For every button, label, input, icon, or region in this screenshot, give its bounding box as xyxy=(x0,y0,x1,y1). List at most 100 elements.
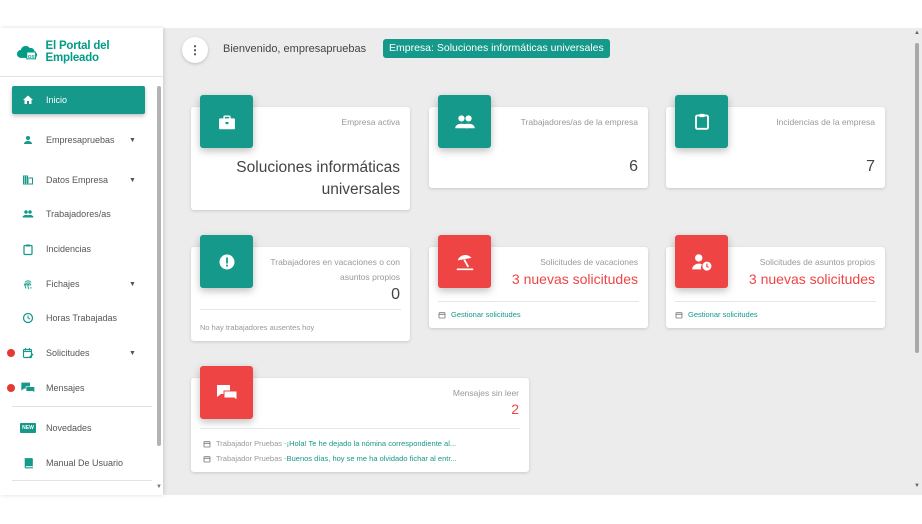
card-value: 6 xyxy=(629,158,638,175)
sidebar-item-label: Datos Empresa xyxy=(46,175,109,185)
app-window: OS El Portal del Empleado Inicio Empresa… xyxy=(0,28,922,495)
divider xyxy=(438,301,639,302)
divider xyxy=(12,406,152,407)
card-value: Soluciones informáticas universales xyxy=(236,157,400,201)
card-solicitudes-asuntos: Solicitudes de asuntos propios 3 nuevas … xyxy=(666,235,885,328)
card-title: Empresa activa xyxy=(341,117,400,127)
sidebar-item-label: Trabajadores/as xyxy=(46,209,111,219)
divider xyxy=(200,428,520,429)
caret-down-icon: ▼ xyxy=(129,349,136,357)
sidebar-item-empresapruebas[interactable]: Empresapruebas ▼ xyxy=(12,126,145,154)
sidebar-item-horas-trabajadas[interactable]: Horas Trabajadas xyxy=(12,304,145,332)
calendar-edit-icon xyxy=(12,347,44,359)
svg-text:OS: OS xyxy=(28,54,36,60)
briefcase-icon xyxy=(200,95,253,148)
sidebar-item-novedades[interactable]: NEW Novedades xyxy=(12,414,145,442)
caret-down-icon: ▼ xyxy=(129,280,136,288)
card-value-line: universales xyxy=(321,181,400,198)
person-clock-icon xyxy=(675,235,728,288)
clipboard-icon xyxy=(12,243,44,256)
card-value: 0 xyxy=(391,286,400,303)
more-vert-icon[interactable]: ⋮ xyxy=(182,37,208,63)
sidebar-item-manual[interactable]: Manual De Usuario xyxy=(12,449,145,477)
sidebar-item-label: Mensajes xyxy=(46,383,85,393)
person-icon xyxy=(12,134,44,146)
message-item[interactable]: Trabajador Pruebas - ¡Hola! Te he dejado… xyxy=(203,439,456,448)
divider xyxy=(675,301,876,302)
divider xyxy=(12,480,152,481)
card-title: Trabajadores en vacaciones o con asuntos… xyxy=(270,255,400,285)
scroll-down-arrow-icon[interactable]: ▼ xyxy=(914,483,920,489)
main-scrollbar[interactable] xyxy=(915,43,919,353)
card-title: Incidencias de la empresa xyxy=(776,117,875,127)
sidebar-item-label: Horas Trabajadas xyxy=(46,313,118,323)
sidebar-item-label: Empresapruebas xyxy=(46,135,115,145)
sidebar-scrollbar[interactable] xyxy=(157,86,161,446)
chat-icon xyxy=(200,366,253,419)
card-value: 2 xyxy=(511,401,519,417)
sidebar-item-label: Manual De Usuario xyxy=(46,458,124,468)
card-title-line: asuntos propios xyxy=(339,272,400,282)
new-badge-text: NEW xyxy=(20,423,36,433)
card-title-line: Trabajadores en vacaciones o con xyxy=(270,257,400,267)
home-icon xyxy=(12,94,44,106)
chat-icon xyxy=(12,381,44,395)
card-title: Mensajes sin leer xyxy=(452,388,519,398)
sidebar-item-label: Fichajes xyxy=(46,279,80,289)
calendar-icon xyxy=(203,455,211,462)
scroll-down-arrow-icon[interactable]: ▼ xyxy=(156,484,162,490)
clipboard-icon xyxy=(675,95,728,148)
sidebar-item-solicitudes[interactable]: Solicitudes ▼ xyxy=(12,339,145,367)
message-item[interactable]: Trabajador Pruebas - Buenos días, hoy se… xyxy=(203,454,457,463)
sidebar-item-fichajes[interactable]: Fichajes ▼ xyxy=(12,270,145,298)
calendar-icon xyxy=(675,311,683,318)
caret-down-icon: ▼ xyxy=(129,176,136,184)
sidebar-item-trabajadores[interactable]: Trabajadores/as xyxy=(12,200,145,228)
alert-icon xyxy=(200,235,253,288)
cloud-logo-icon: OS xyxy=(16,46,38,60)
sidebar-item-inicio[interactable]: Inicio xyxy=(12,86,145,114)
sidebar-item-datos-empresa[interactable]: Datos Empresa ▼ xyxy=(12,166,145,194)
divider xyxy=(0,76,163,77)
message-sender: Trabajador Pruebas - xyxy=(216,454,287,463)
sidebar-item-mensajes[interactable]: Mensajes xyxy=(12,374,145,402)
sidebar: OS El Portal del Empleado Inicio Empresa… xyxy=(0,28,163,495)
calendar-icon xyxy=(438,311,446,318)
gestionar-solicitudes-link[interactable]: Gestionar solicitudes xyxy=(675,310,758,319)
calendar-icon xyxy=(203,440,211,447)
card-value: 3 nuevas solicitudes xyxy=(748,271,875,287)
card-title: Solicitudes de asuntos propios xyxy=(759,257,875,267)
building-icon xyxy=(12,174,44,186)
card-trabajadores-ausentes: Trabajadores en vacaciones o con asuntos… xyxy=(191,235,410,341)
card-footer: No hay trabajadores ausentes hoy xyxy=(200,323,315,332)
company-badge: Empresa: Soluciones informáticas univers… xyxy=(383,39,610,58)
people-icon xyxy=(438,95,491,148)
message-preview: Buenos días, hoy se me ha olvidado ficha… xyxy=(286,454,457,463)
card-empresa-activa: Empresa activa Soluciones informáticas u… xyxy=(191,95,410,210)
scroll-up-arrow-icon[interactable]: ▲ xyxy=(914,30,920,36)
gestionar-solicitudes-link[interactable]: Gestionar solicitudes xyxy=(438,310,521,319)
sidebar-item-label: Solicitudes xyxy=(46,348,90,358)
welcome-text: Bienvenido, empresapruebas xyxy=(223,43,367,55)
fingerprint-icon xyxy=(12,278,44,291)
clock-icon xyxy=(12,312,44,324)
message-preview: ¡Hola! Te he dejado la nómina correspond… xyxy=(286,439,457,448)
card-solicitudes-vacaciones: Solicitudes de vacaciones 3 nuevas solic… xyxy=(429,235,648,328)
card-value: 7 xyxy=(866,158,875,175)
people-icon xyxy=(12,208,44,220)
link-label: Gestionar solicitudes xyxy=(451,310,521,319)
caret-down-icon: ▼ xyxy=(129,136,136,144)
sidebar-item-incidencias[interactable]: Incidencias xyxy=(12,235,145,263)
sidebar-item-label: Novedades xyxy=(46,423,92,433)
card-value-line: Soluciones informáticas xyxy=(236,159,400,176)
card-title: Solicitudes de vacaciones xyxy=(540,257,638,267)
app-title: El Portal del Empleado xyxy=(45,40,110,64)
divider xyxy=(200,309,401,310)
app-logo[interactable]: OS El Portal del Empleado xyxy=(16,40,163,64)
message-sender: Trabajador Pruebas - xyxy=(216,439,287,448)
card-mensajes: Mensajes sin leer 2 Trabajador Pruebas -… xyxy=(191,366,529,472)
new-badge-icon: NEW xyxy=(12,423,44,433)
sidebar-item-label: Incidencias xyxy=(46,244,92,254)
card-trabajadores: Trabajadores/as de la empresa 6 xyxy=(429,95,648,188)
beach-icon xyxy=(438,235,491,288)
